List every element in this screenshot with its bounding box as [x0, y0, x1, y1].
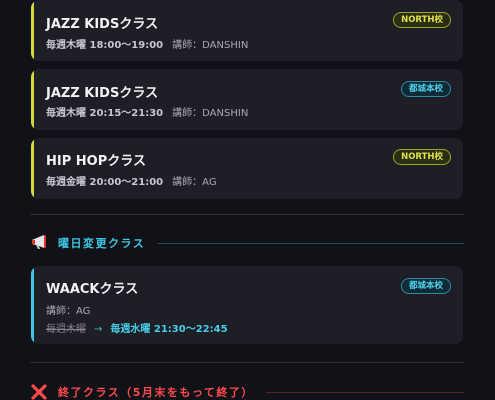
class-card-day-change: WAACKクラス 講師：AG 毎週木曜 → 毎週水曜 21:30〜22:45 都城本… [31, 266, 463, 344]
section-title: 終了クラス（5月末をもって終了） [58, 386, 254, 399]
cross-mark-icon [30, 383, 48, 400]
class-title: WAACKクラス [46, 282, 139, 297]
old-schedule: 毎週木曜 [46, 324, 86, 335]
section-divider [30, 214, 464, 215]
class-title: JAZZ KIDSクラス [46, 17, 159, 32]
school-badge: NORTH校 [393, 12, 451, 28]
new-schedule: 毎週水曜 21:30〜22:45 [110, 324, 228, 335]
class-schedule: 毎週木曜 20:15〜21:30 [46, 108, 164, 119]
class-info: 毎週木曜 18:00〜19:00 講師：DANSHIN [46, 36, 248, 51]
class-teacher: 講師：DANSHIN [172, 40, 249, 51]
schedule-change: 毎週木曜 → 毎週水曜 21:30〜22:45 [46, 320, 228, 335]
arrow-right-icon: → [94, 324, 103, 335]
class-card: JAZZ KIDSクラス 毎週木曜 18:00〜19:00 講師：DANSHIN … [31, 0, 463, 61]
school-badge: 都城本校 [400, 278, 451, 294]
class-teacher: 講師：AG [46, 306, 91, 317]
class-teacher: 講師：AG [172, 177, 217, 188]
ended-section-header: 終了クラス（5月末をもって終了） [30, 382, 464, 400]
school-badge: 都城本校 [400, 81, 451, 97]
megaphone-icon [30, 234, 48, 255]
class-teacher: 講師：DANSHIN [172, 108, 249, 119]
class-info: 毎週木曜 20:15〜21:30 講師：DANSHIN [46, 104, 248, 119]
class-schedule: 毎週金曜 20:00〜21:00 [46, 177, 164, 188]
school-badge: NORTH校 [393, 149, 451, 165]
class-info: 毎週金曜 20:00〜21:00 講師：AG [46, 173, 217, 188]
section-divider [30, 362, 464, 363]
section-rule [158, 243, 464, 244]
class-title: HIP HOPクラス [46, 154, 146, 169]
section-title: 曜日変更クラス [58, 237, 146, 250]
class-card: JAZZ KIDSクラス 毎週木曜 20:15〜21:30 講師：DANSHIN … [31, 69, 463, 130]
section-rule [266, 392, 464, 393]
class-card: HIP HOPクラス 毎週金曜 20:00〜21:00 講師：AG NORTH校 [31, 138, 463, 199]
day-change-section-header: 曜日変更クラス [30, 233, 464, 253]
class-title: JAZZ KIDSクラス [46, 86, 159, 101]
class-schedule-page: JAZZ KIDSクラス 毎週木曜 18:00〜19:00 講師：DANSHIN … [0, 0, 495, 400]
class-schedule: 毎週木曜 18:00〜19:00 [46, 40, 164, 51]
